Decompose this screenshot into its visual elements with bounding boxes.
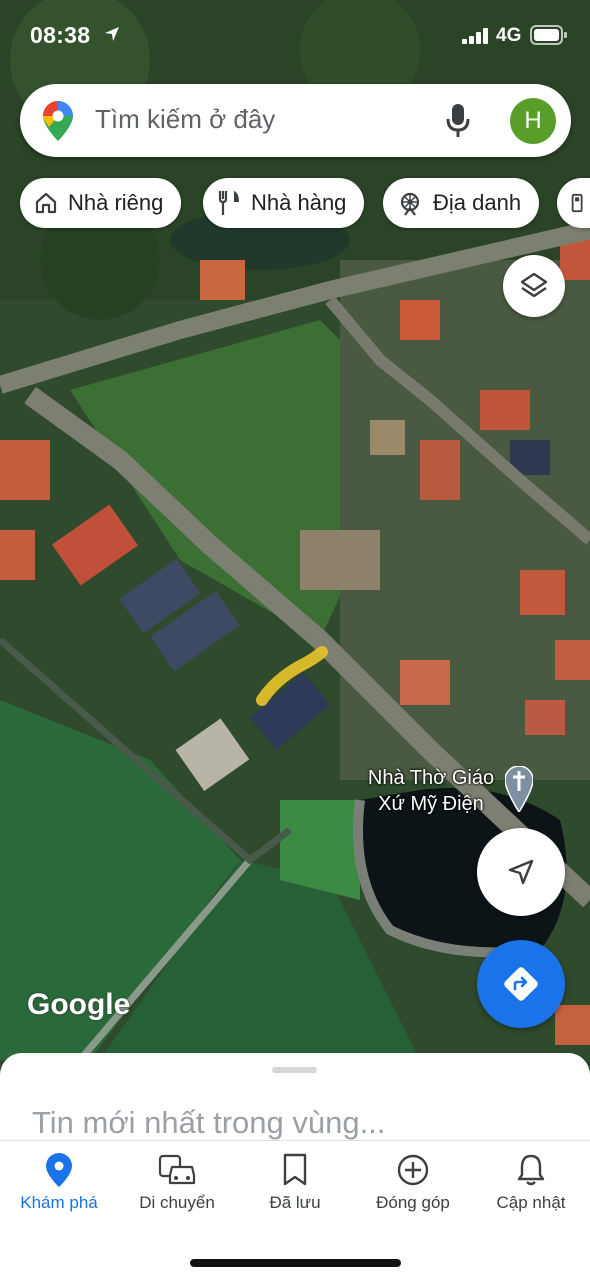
nav-commute[interactable]: Di chuyển — [118, 1153, 236, 1213]
poi-label[interactable]: Nhà Thờ Giáo Xứ Mỹ Điện — [356, 765, 506, 817]
nav-explore-label: Khám phá — [20, 1193, 98, 1212]
google-maps-logo-icon — [43, 101, 73, 141]
explore-pin-icon — [46, 1153, 72, 1187]
nav-contribute[interactable]: Đóng góp — [354, 1153, 472, 1213]
sheet-title: Tin mới nhất trong vùng... — [32, 1105, 386, 1140]
chip-home-label: Nhà riêng — [68, 190, 164, 215]
chip-landmarks-label: Địa danh — [433, 190, 522, 215]
microphone-icon[interactable] — [446, 104, 470, 138]
bottom-sheet[interactable]: Tin mới nhất trong vùng... — [0, 1053, 590, 1153]
cellular-signal-icon — [462, 28, 488, 44]
chip-landmarks[interactable]: Địa danh — [383, 178, 540, 228]
chip-restaurants[interactable]: Nhà hàng — [203, 178, 365, 228]
bell-icon — [517, 1154, 545, 1186]
directions-icon — [504, 967, 538, 1001]
my-location-button[interactable] — [477, 828, 565, 916]
nav-contribute-label: Đóng góp — [376, 1193, 450, 1212]
nav-updates-label: Cập nhật — [496, 1193, 566, 1212]
landmark-icon — [400, 192, 420, 216]
sheet-drag-handle[interactable] — [272, 1067, 317, 1073]
status-bar: 08:38 4G — [0, 0, 590, 72]
home-icon — [35, 192, 57, 214]
chip-restaurants-label: Nhà hàng — [251, 190, 347, 215]
gas-station-icon — [571, 193, 583, 213]
restaurant-icon — [218, 191, 239, 215]
home-indicator[interactable] — [190, 1259, 401, 1267]
status-time: 08:38 — [30, 22, 91, 48]
google-attribution: Google — [27, 988, 131, 1021]
network-type: 4G — [496, 25, 522, 46]
nav-saved-label: Đã lưu — [269, 1193, 321, 1212]
nav-commute-label: Di chuyển — [139, 1193, 215, 1212]
search-input[interactable]: Tìm kiếm ở đây — [95, 104, 275, 135]
nav-saved[interactable]: Đã lưu — [236, 1153, 354, 1213]
search-bar[interactable]: Tìm kiếm ở đây H — [20, 84, 571, 157]
nav-updates[interactable]: Cập nhật — [472, 1153, 590, 1213]
church-pin-icon[interactable] — [505, 766, 533, 812]
location-arrow-icon — [105, 27, 119, 41]
nav-explore[interactable]: Khám phá — [0, 1153, 118, 1213]
account-avatar[interactable]: H — [510, 98, 556, 144]
add-circle-icon — [397, 1154, 429, 1186]
directions-button[interactable] — [477, 940, 565, 1028]
layers-button[interactable] — [503, 255, 565, 317]
layers-icon — [520, 272, 548, 298]
commute-icon — [158, 1154, 196, 1185]
navigation-arrow-icon — [508, 859, 534, 885]
bookmark-icon — [283, 1153, 307, 1186]
chip-home[interactable]: Nhà riêng — [20, 178, 182, 228]
battery-icon — [530, 25, 567, 45]
